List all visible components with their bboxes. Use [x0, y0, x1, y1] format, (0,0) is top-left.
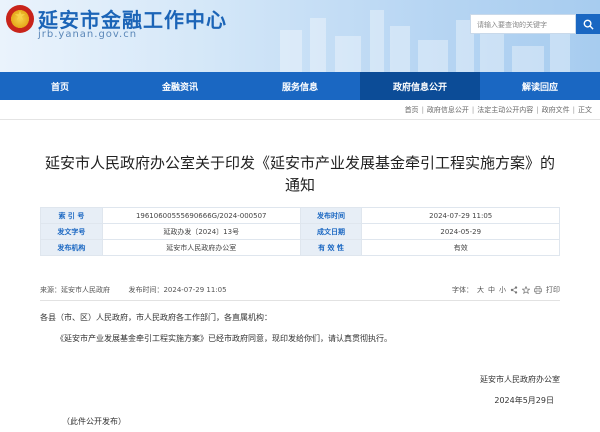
nav-item-gov-info[interactable]: 政府信息公开: [360, 72, 480, 100]
article-source: 来源：延安市人民政府: [40, 286, 110, 294]
doc-number-value: 延政办发〔2024〕13号: [101, 223, 301, 240]
publish-label: 发布时间: [299, 207, 363, 224]
document-info-table: 索 引 号 19610600555690666G/2024-000507 发布时…: [40, 207, 560, 256]
publish-value: 2024-07-29 11:05: [361, 207, 560, 224]
issuing-org-label: 发布机构: [40, 239, 103, 256]
print-button[interactable]: 打印: [546, 285, 560, 295]
main-nav: 首页 金融资讯 服务信息 政府信息公开 解读回应: [0, 72, 600, 100]
validity-value: 有效: [361, 239, 560, 256]
issuing-org-value: 延安市人民政府办公室: [101, 239, 301, 256]
article-publish-time: 发布时间：2024-07-29 11:05: [128, 286, 227, 294]
signature-date: 2024年5月29日: [494, 396, 554, 405]
breadcrumb-gov-info[interactable]: 政府信息公开: [427, 105, 469, 115]
title-line-2: 通知: [284, 176, 315, 194]
meta-divider: [40, 300, 560, 301]
print-icon[interactable]: [534, 286, 542, 294]
share-icon[interactable]: [510, 286, 518, 294]
nav-item-service-info[interactable]: 服务信息: [240, 72, 360, 100]
nav-item-finance-news[interactable]: 金融资讯: [120, 72, 240, 100]
breadcrumb-statutory[interactable]: 法定主动公开内容: [477, 105, 533, 115]
index-label: 索 引 号: [40, 207, 103, 224]
breadcrumb-current: 正文: [578, 106, 592, 114]
nav-item-interpretation[interactable]: 解读回应: [480, 72, 600, 100]
banner-decoration: [280, 10, 570, 72]
nav-item-home[interactable]: 首页: [0, 72, 120, 100]
article-meta: 来源：延安市人民政府 发布时间：2024-07-29 11:05 字体： 大 中…: [40, 283, 560, 297]
title-line-1: 延安市人民政府办公室关于印发《延安市产业发展基金牵引工程实施方案》的: [44, 154, 555, 172]
breadcrumb-gov-docs[interactable]: 政府文件: [542, 105, 570, 115]
font-medium-button[interactable]: 中: [488, 285, 495, 295]
font-size-label: 字体：: [452, 286, 473, 294]
body-paragraph: 《延安市产业发展基金牵引工程实施方案》已经市政府同意，现印发给你们，请认真贯彻执…: [56, 334, 392, 343]
validity-label: 有 效 性: [299, 239, 363, 256]
header-banner: 延安市金融工作中心 jrb.yanan.gov.cn 请输入要查询的关键字: [0, 0, 600, 72]
salutation-text: 各县（市、区）人民政府，市人民政府各工作部门，各直属机构：: [40, 313, 272, 322]
signature-org: 延安市人民政府办公室: [480, 375, 560, 384]
publication-note: （此件公开发布）: [62, 417, 126, 426]
doc-number-label: 发文字号: [40, 223, 103, 240]
national-emblem-icon: [6, 5, 34, 33]
page-title: 延安市人民政府办公室关于印发《延安市产业发展基金牵引工程实施方案》的 通知: [36, 152, 564, 196]
font-small-button[interactable]: 小: [499, 285, 506, 295]
search-icon: [583, 19, 594, 30]
index-value: 19610600555690666G/2024-000507: [101, 207, 301, 224]
favorite-icon[interactable]: [522, 286, 530, 294]
written-date-value: 2024-05-29: [361, 223, 560, 240]
search-button[interactable]: [576, 14, 600, 34]
breadcrumb: 首页 | 政府信息公开 | 法定主动公开内容 | 政府文件 | 正文: [0, 100, 600, 120]
font-large-button[interactable]: 大: [477, 285, 484, 295]
breadcrumb-home[interactable]: 首页: [405, 105, 419, 115]
site-domain: jrb.yanan.gov.cn: [38, 29, 138, 40]
search-input[interactable]: 请输入要查询的关键字: [470, 14, 576, 34]
written-date-label: 成文日期: [299, 223, 363, 240]
